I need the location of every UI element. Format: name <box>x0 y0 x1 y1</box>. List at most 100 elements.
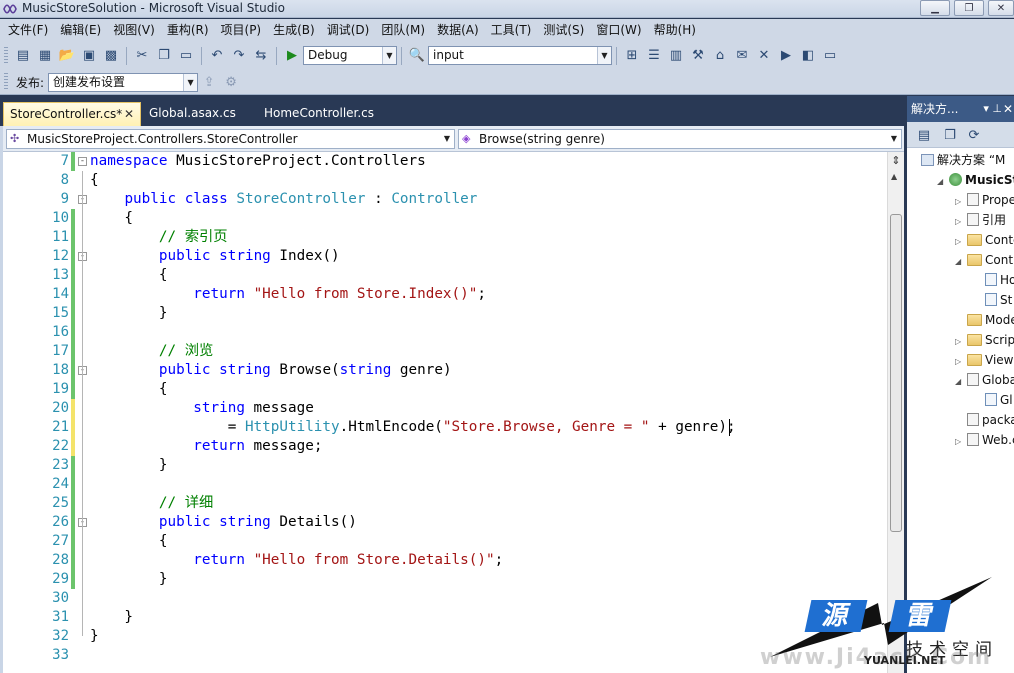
menu-refactor[interactable]: 重构(R) <box>161 19 215 41</box>
menu-test[interactable]: 测试(S) <box>537 19 590 41</box>
extension-manager-icon[interactable]: ✉ <box>732 46 752 66</box>
minimize-button[interactable]: ▁ <box>920 0 950 16</box>
find-combo[interactable]: input ▼ <box>428 46 612 65</box>
code-line[interactable]: 19 { <box>3 380 887 399</box>
code-text[interactable]: return "Hello from Store.Details()"; <box>90 551 503 570</box>
tree-item[interactable]: ◢ Globa <box>955 370 1014 390</box>
code-text[interactable]: return "Hello from Store.Index()"; <box>90 285 486 304</box>
menu-window[interactable]: 窗口(W) <box>590 19 647 41</box>
cut-icon[interactable]: ✂ <box>132 46 152 66</box>
command-window-icon[interactable]: ▶ <box>776 46 796 66</box>
toolbar-grip[interactable] <box>4 46 8 65</box>
code-line[interactable]: 20 string message <box>3 399 887 418</box>
code-line[interactable]: 17 // 浏览 <box>3 342 887 361</box>
code-text[interactable]: string message <box>90 399 314 418</box>
publish-web-icon[interactable]: ⇪ <box>199 72 219 92</box>
code-text[interactable]: return message; <box>90 437 322 456</box>
code-text[interactable]: namespace MusicStoreProject.Controllers <box>90 152 426 171</box>
solution-configuration-select[interactable]: Debug ▼ <box>303 46 397 65</box>
code-text[interactable]: = HttpUtility.HtmlEncode("Store.Browse, … <box>90 418 736 437</box>
code-text[interactable]: // 详细 <box>90 494 213 513</box>
tree-item[interactable]: 解决方案 “M <box>909 150 1005 170</box>
tree-item[interactable]: ◢ Contr <box>955 250 1014 270</box>
menu-help[interactable]: 帮助(H) <box>648 19 702 41</box>
class-view-icon[interactable]: ◧ <box>798 46 818 66</box>
scroll-up-icon[interactable]: ▲ <box>891 172 897 181</box>
object-browser-icon[interactable]: ▥ <box>666 46 686 66</box>
publish-settings-icon[interactable]: ⚙ <box>221 72 241 92</box>
code-line[interactable]: 28 return "Hello from Store.Details()"; <box>3 551 887 570</box>
pin-icon[interactable]: ▾ ⊥ <box>983 96 1002 122</box>
code-line[interactable]: 10 { <box>3 209 887 228</box>
menu-view[interactable]: 视图(V) <box>107 19 161 41</box>
tree-item[interactable]: ▷ Conte <box>955 230 1014 250</box>
close-button[interactable]: ✕ <box>988 0 1014 16</box>
tree-item[interactable]: ▷ Prope <box>955 190 1014 210</box>
code-line[interactable]: 25 // 详细 <box>3 494 887 513</box>
code-line[interactable]: 22 return message; <box>3 437 887 456</box>
tree-item[interactable]: St <box>973 290 1012 310</box>
code-line[interactable]: 33 <box>3 646 887 665</box>
tree-item[interactable]: Gl <box>973 390 1013 410</box>
tree-item[interactable]: ▷ Script <box>955 330 1014 350</box>
code-line[interactable]: 18- public string Browse(string genre) <box>3 361 887 380</box>
tree-item[interactable]: Mode <box>955 310 1014 330</box>
expander-icon[interactable]: ▷ <box>955 212 967 232</box>
code-text[interactable]: } <box>90 627 99 646</box>
type-dropdown[interactable]: ✣ MusicStoreProject.Controllers.StoreCon… <box>6 129 455 149</box>
code-line[interactable]: 26- public string Details() <box>3 513 887 532</box>
code-line[interactable]: 21 = HttpUtility.HtmlEncode("Store.Brows… <box>3 418 887 437</box>
redo-icon[interactable]: ↷ <box>229 46 249 66</box>
menu-team[interactable]: 团队(M) <box>375 19 431 41</box>
code-line[interactable]: 12- public string Index() <box>3 247 887 266</box>
menu-data[interactable]: 数据(A) <box>431 19 485 41</box>
code-text[interactable]: public string Browse(string genre) <box>90 361 452 380</box>
code-line[interactable]: 15 } <box>3 304 887 323</box>
toolbar-grip[interactable] <box>4 73 8 91</box>
close-icon[interactable]: ✕ <box>1003 96 1013 122</box>
code-text[interactable]: { <box>90 209 133 228</box>
menu-edit[interactable]: 编辑(E) <box>54 19 107 41</box>
tree-item[interactable]: Ho <box>973 270 1014 290</box>
expander-icon[interactable]: ◢ <box>955 252 967 272</box>
tree-item[interactable]: ▷ 引用 <box>955 210 1006 230</box>
code-text[interactable]: public string Index() <box>90 247 340 266</box>
code-text[interactable]: // 浏览 <box>90 342 213 361</box>
expander-icon[interactable]: ▷ <box>955 232 967 252</box>
code-text[interactable]: } <box>90 608 133 627</box>
publish-profile-select[interactable]: 创建发布设置 ▼ <box>48 72 199 92</box>
other-windows-icon[interactable]: ▭ <box>820 46 840 66</box>
code-line[interactable]: 27 { <box>3 532 887 551</box>
code-text[interactable]: { <box>90 380 168 399</box>
member-dropdown[interactable]: ◈ Browse(string genre) ▼ <box>458 129 902 149</box>
expander-icon[interactable]: ▷ <box>955 332 967 352</box>
code-text[interactable]: } <box>90 456 168 475</box>
code-text[interactable]: { <box>90 171 99 190</box>
start-page-icon[interactable]: ⌂ <box>710 46 730 66</box>
menu-tools[interactable]: 工具(T) <box>485 19 538 41</box>
copy-icon[interactable]: ❐ <box>154 46 174 66</box>
navigate-back-icon[interactable]: ⇆ <box>251 46 271 66</box>
code-line[interactable]: 13 { <box>3 266 887 285</box>
code-line[interactable]: 11 // 索引页 <box>3 228 887 247</box>
toolbox-icon[interactable]: ⚒ <box>688 46 708 66</box>
tree-item[interactable]: packa <box>955 410 1014 430</box>
save-icon[interactable]: ▣ <box>79 46 99 66</box>
code-text[interactable]: } <box>90 570 168 589</box>
tab-global-asax[interactable]: Global.asax.cs <box>143 102 255 126</box>
split-window-icon[interactable]: ⇕ <box>890 155 902 167</box>
close-tab-icon[interactable]: ✕ <box>124 103 134 125</box>
code-area[interactable]: 7- namespace MusicStoreProject.Controller… <box>3 152 887 673</box>
code-line[interactable]: 9- public class StoreController : Contro… <box>3 190 887 209</box>
menu-project[interactable]: 项目(P) <box>215 19 268 41</box>
undo-icon[interactable]: ↶ <box>207 46 227 66</box>
expander-icon[interactable]: ◢ <box>955 372 967 392</box>
paste-icon[interactable]: ▭ <box>176 46 196 66</box>
code-line[interactable]: 30 <box>3 589 887 608</box>
menu-debug[interactable]: 调试(D) <box>321 19 376 41</box>
expander-icon[interactable]: ▷ <box>955 352 967 372</box>
start-debugging-icon[interactable]: ▶ <box>282 46 302 66</box>
code-text[interactable]: // 索引页 <box>90 228 228 247</box>
menu-build[interactable]: 生成(B) <box>267 19 321 41</box>
code-text[interactable]: public class StoreController : Controlle… <box>90 190 477 209</box>
